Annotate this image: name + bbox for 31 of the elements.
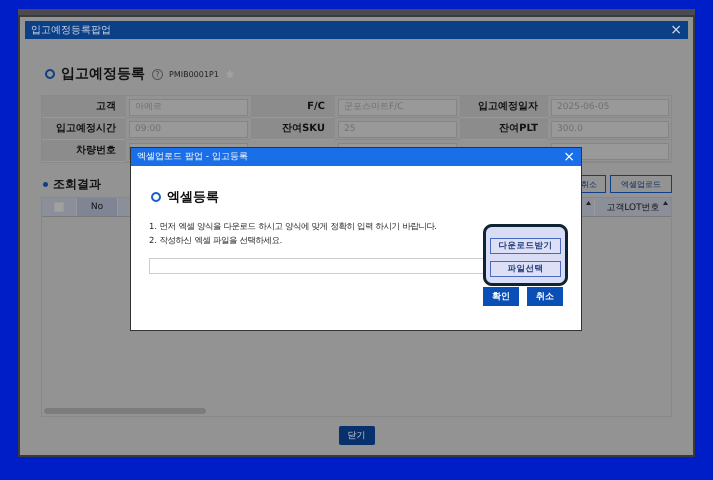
bullet-icon [151,192,161,202]
dialog-title: 엑셀업로드 팝업 - 입고등록 [137,151,248,163]
close-button[interactable]: 닫기 [338,426,374,445]
sort-arrow-icon[interactable] [586,201,591,205]
dialog-heading: 엑셀등록 [167,189,219,206]
screen-code: PMIB0001P1 [169,70,219,78]
sort-arrow-icon[interactable] [663,201,668,205]
close-button[interactable]: × [670,23,682,37]
outline-button[interactable]: 파일선택 [490,260,561,276]
instruction-text: 1. 먼저 엑셀 양식을 다운로드 하시고 양식에 맞게 정확히 입력 하시기 바랍니다. [149,220,437,233]
instruction-text: 2. 작성하신 엑셀 파일을 선택하세요. [149,234,282,247]
close-button[interactable]: × [563,150,575,164]
column-header[interactable]: No [90,202,104,212]
window-title: 입고예정등록팝업 [31,24,111,37]
column-header[interactable]: 고객LOT번호 [606,200,660,214]
field-label: 차량번호 [42,140,126,162]
section-title: 조회결과 [53,176,101,192]
field-label: 고객 [42,96,126,118]
field-label: F/C [251,96,335,118]
field-label: 입고예정일자 [460,96,548,118]
toolbar-button[interactable]: 엑셀업로드 [610,175,672,193]
help-icon[interactable]: ? [152,68,163,80]
field-label: 입고예정시간 [42,118,126,140]
dialog-button[interactable]: 확인 [483,287,519,306]
field-label: 잔여PLT [460,118,548,140]
outline-button[interactable]: 다운로드받기 [490,238,561,254]
bullet-icon [45,69,55,79]
bullet-icon [43,182,48,186]
field-label: 잔여SKU [251,118,335,140]
page-heading: 입고예정등록 [61,65,145,83]
dialog-button[interactable]: 취소 [527,287,563,306]
